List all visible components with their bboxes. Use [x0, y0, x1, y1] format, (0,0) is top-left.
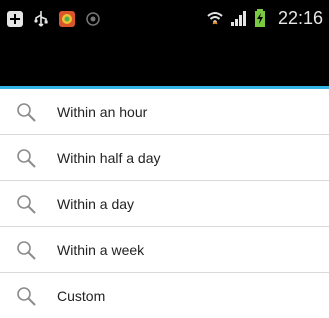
search-icon	[0, 135, 52, 180]
search-icon	[0, 273, 52, 318]
search-icon	[0, 181, 52, 226]
status-bar: 22:16	[0, 0, 329, 38]
signal-icon	[230, 9, 248, 27]
time-filter-list: Within an hour Within half a day Within …	[0, 89, 329, 318]
list-item-label: Within half a day	[57, 149, 161, 166]
list-item-label: Within a day	[57, 195, 135, 212]
list-item-custom[interactable]: Custom	[0, 273, 329, 318]
top-toolbar	[0, 38, 329, 88]
list-item-within-an-hour[interactable]: Within an hour	[0, 89, 329, 135]
status-bar-right: 22:16	[206, 8, 323, 28]
list-item-within-half-a-day[interactable]: Within half a day	[0, 135, 329, 181]
status-time: 22:16	[277, 8, 323, 28]
list-item-within-a-day[interactable]: Within a day	[0, 181, 329, 227]
list-item-label: Within a week	[57, 241, 145, 258]
battery-charging-icon	[254, 9, 272, 27]
recorder-icon	[84, 10, 102, 28]
search-icon	[0, 89, 52, 134]
list-item-label: Within an hour	[57, 103, 148, 120]
list-item-label: Custom	[57, 287, 106, 304]
list-item-within-a-week[interactable]: Within a week	[0, 227, 329, 273]
wifi-icon	[206, 9, 224, 27]
notification-plus-icon	[6, 10, 24, 28]
usb-icon	[32, 10, 50, 28]
search-icon	[0, 227, 52, 272]
status-bar-left	[6, 10, 102, 28]
app-icon	[58, 10, 76, 28]
